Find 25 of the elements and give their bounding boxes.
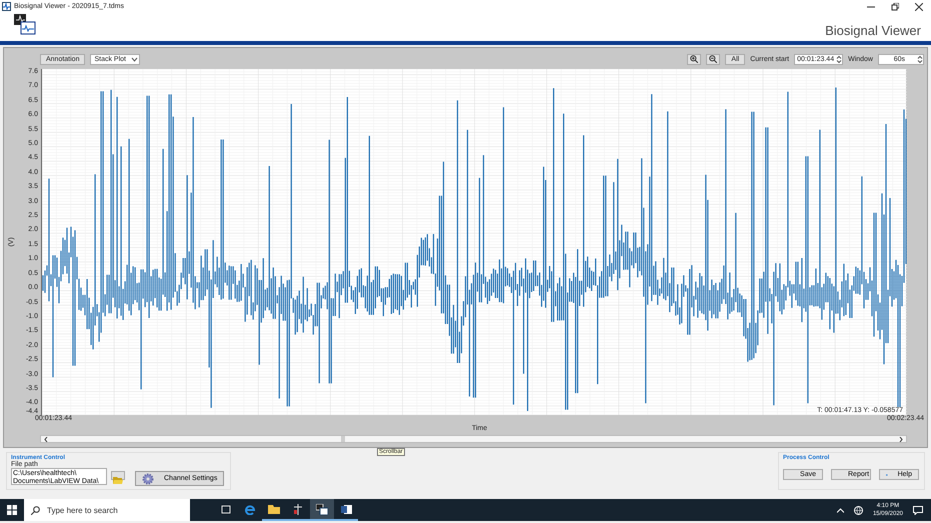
taskbar-app[interactable] — [310, 499, 334, 521]
spinner-arrows-icon[interactable] — [917, 54, 923, 64]
folder-icon — [268, 504, 280, 514]
folder-icon — [113, 477, 123, 484]
zoom-in-button[interactable] — [687, 54, 702, 64]
windows-logo-icon — [7, 505, 17, 515]
scroll-right-icon[interactable] — [899, 436, 903, 442]
gear-icon — [142, 472, 154, 484]
scrollbar[interactable] — [40, 435, 907, 443]
notification-icon[interactable] — [913, 506, 923, 514]
document-w-icon — [340, 504, 352, 514]
close-icon — [915, 2, 923, 10]
scroll-left-icon[interactable] — [44, 436, 48, 442]
zoom-out-button[interactable] — [706, 54, 720, 64]
app-title: Biosignal Viewer — [825, 23, 921, 38]
app-icon — [293, 504, 303, 514]
spinner-arrows-icon[interactable] — [836, 54, 842, 64]
globe-icon[interactable] — [854, 506, 863, 514]
chevron-up-icon[interactable] — [836, 508, 844, 512]
restore-icon — [891, 2, 899, 10]
browser-e-icon — [244, 504, 256, 514]
search-icon — [31, 506, 40, 514]
monitor-icon — [316, 504, 328, 514]
search-field[interactable]: Type here to search — [24, 499, 190, 521]
task-view-icon — [221, 504, 231, 514]
